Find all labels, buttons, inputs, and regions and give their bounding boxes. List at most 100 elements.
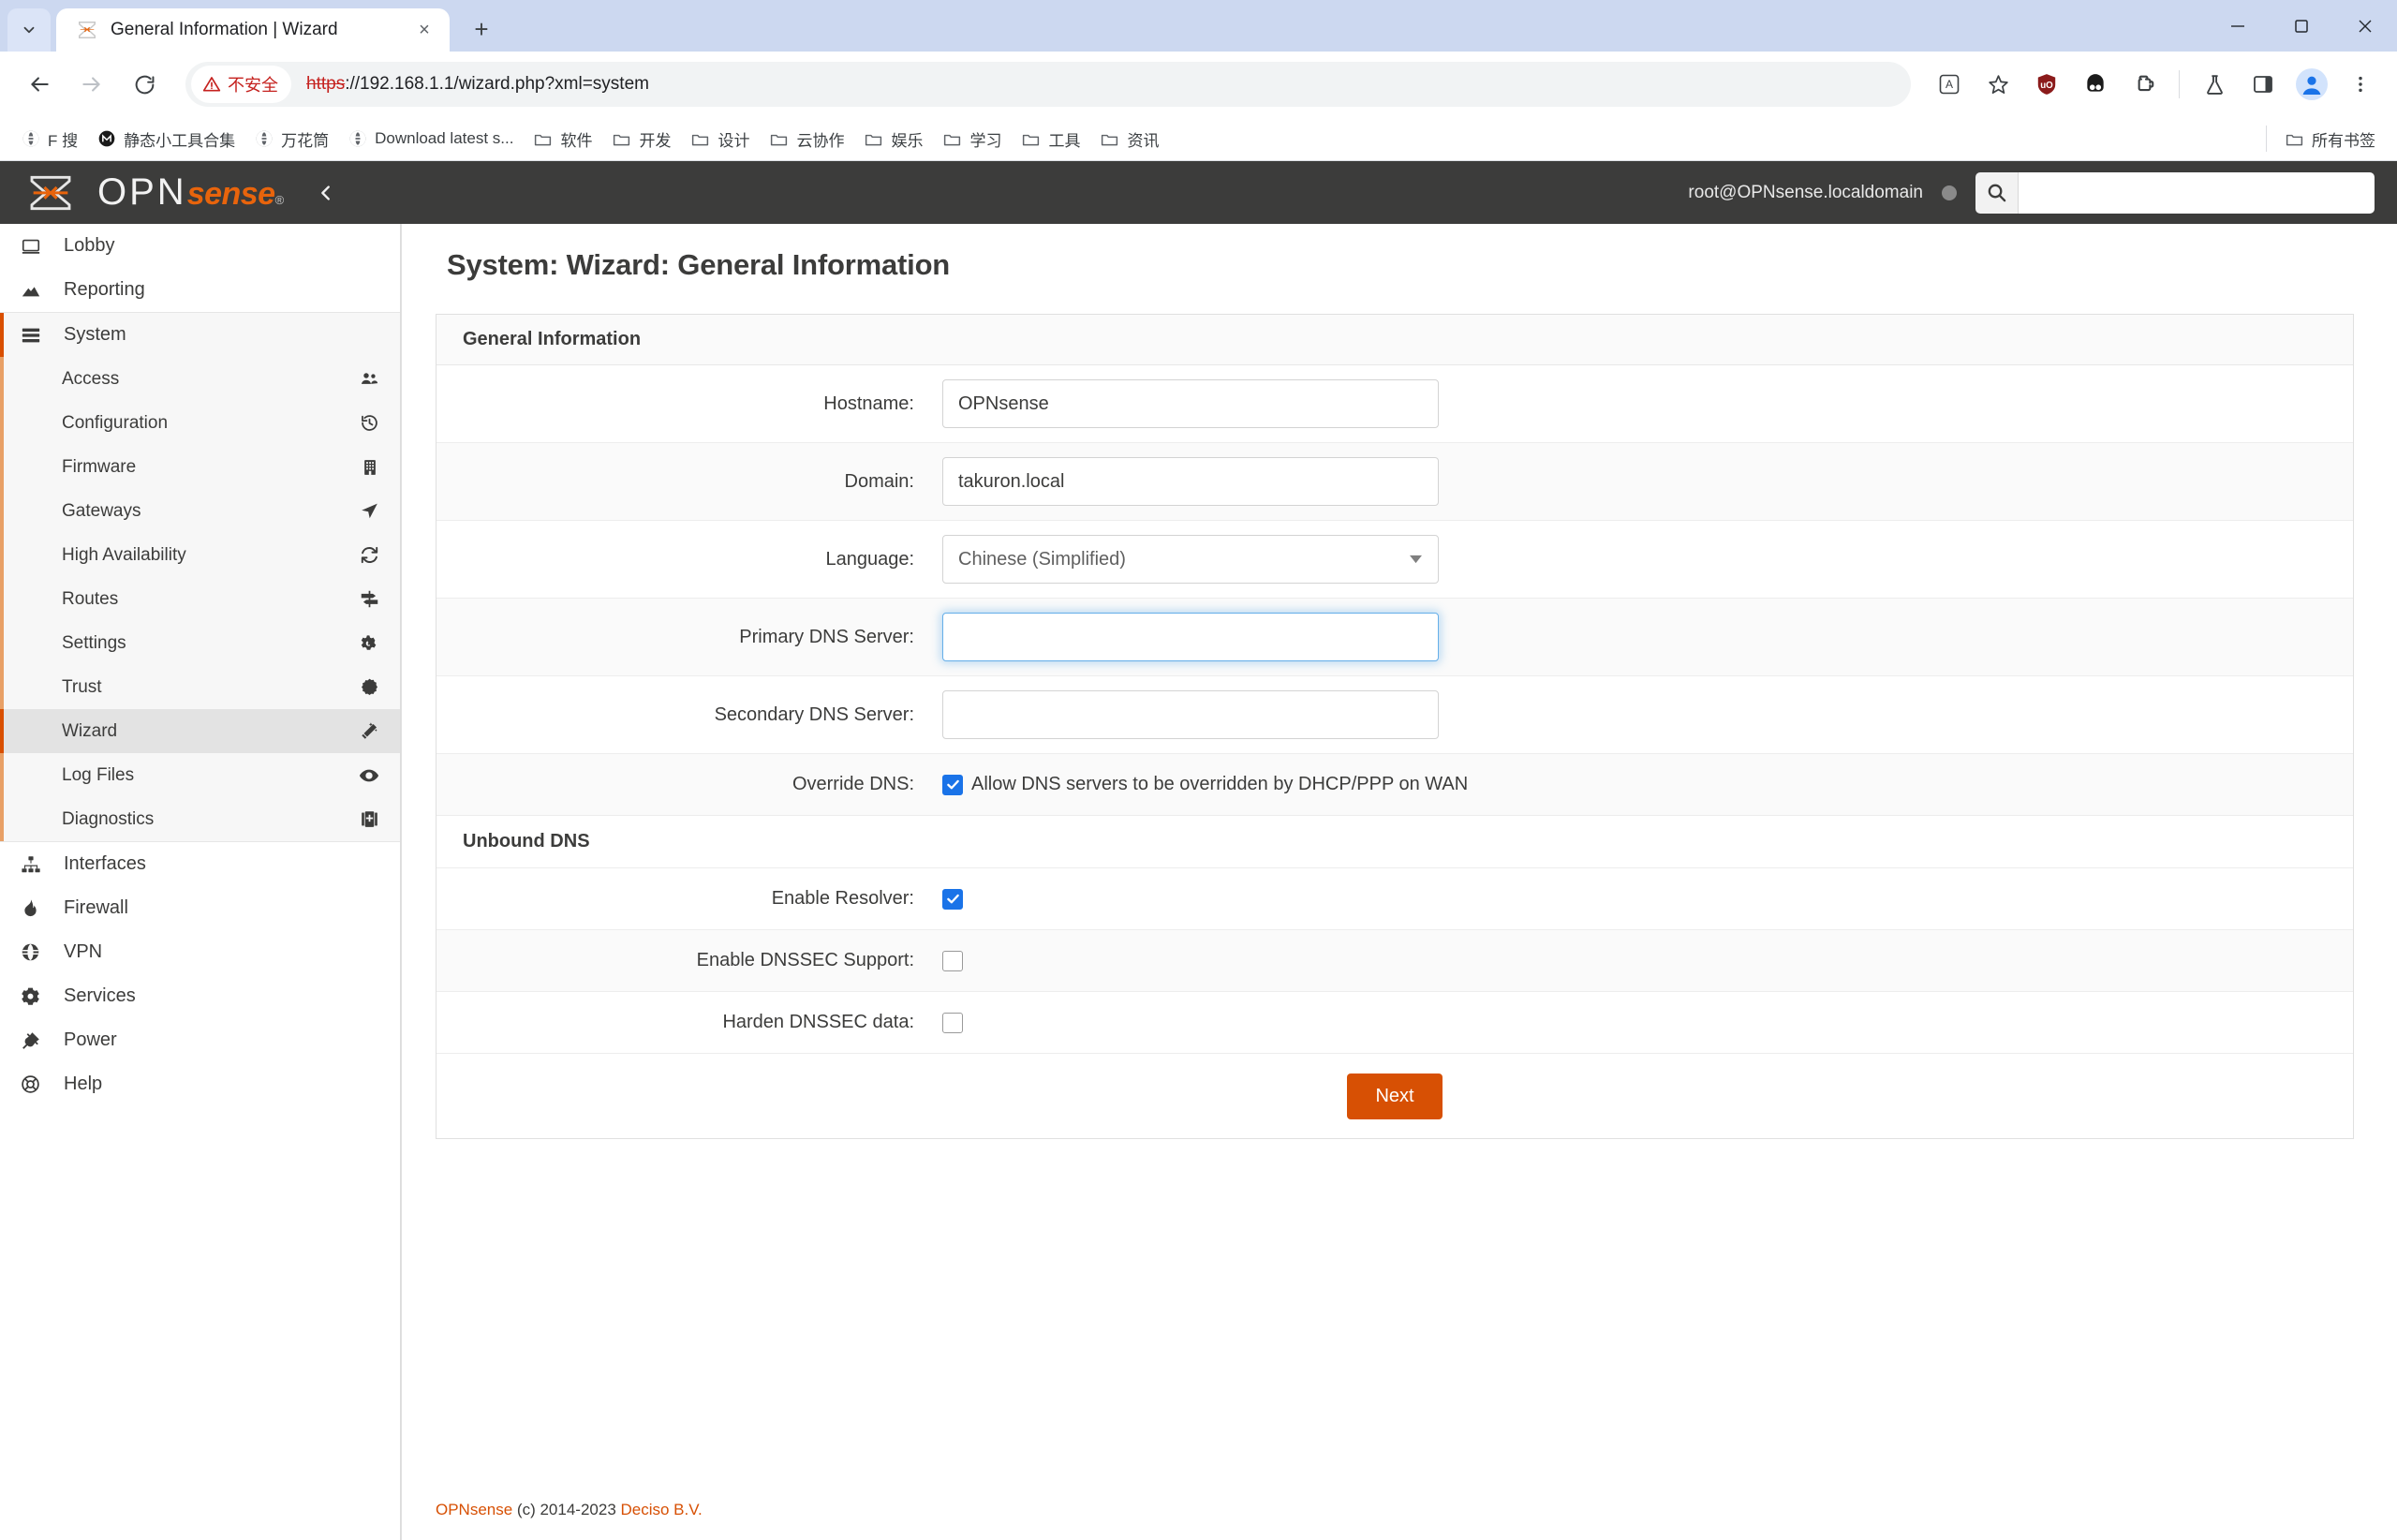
- minimize-icon[interactable]: [2206, 0, 2270, 52]
- sidebar-item-configuration[interactable]: Configuration: [4, 401, 400, 445]
- search-input[interactable]: [2019, 171, 2375, 214]
- address-bar[interactable]: 不安全 https://192.168.1.1/wizard.php?xml=s…: [185, 62, 1911, 107]
- secondary-dns-label: Secondary DNS Server:: [714, 703, 914, 725]
- side-panel-icon[interactable]: [2242, 63, 2285, 106]
- globe-icon: [349, 130, 366, 147]
- harden-dnssec-checkbox[interactable]: [942, 1012, 963, 1033]
- ublock-extension-icon[interactable]: uO: [2025, 63, 2068, 106]
- all-bookmarks-label: 所有书签: [2312, 131, 2375, 150]
- close-window-icon[interactable]: [2333, 0, 2397, 52]
- extension-dark-icon[interactable]: [2074, 63, 2117, 106]
- monitor-icon: [21, 236, 49, 257]
- sidebar-item-firewall[interactable]: Firewall: [0, 886, 400, 930]
- folder-icon: [1102, 134, 1118, 145]
- domain-label: Domain:: [844, 470, 914, 492]
- sidebar-group-system[interactable]: System: [0, 313, 400, 357]
- sidebar-item-routes[interactable]: Routes: [4, 577, 400, 621]
- field-row-language: Language: Chinese (Simplified): [436, 521, 2353, 599]
- sidebar-item-vpn[interactable]: VPN: [0, 930, 400, 974]
- bookmark-folder[interactable]: 学习: [934, 123, 1010, 155]
- chevron-down-icon[interactable]: [1410, 553, 1422, 567]
- new-tab-button[interactable]: +: [461, 8, 502, 50]
- sidebar-item-power[interactable]: Power: [0, 1018, 400, 1062]
- sidebar-item-gateways[interactable]: Gateways: [4, 489, 400, 533]
- tab-close-icon[interactable]: ×: [410, 16, 438, 44]
- sidebar-item-log-files[interactable]: Log Files: [4, 753, 400, 797]
- forward-icon[interactable]: [67, 60, 116, 109]
- sidebar-item-label: Configuration: [62, 412, 169, 433]
- extensions-puzzle-icon[interactable]: [2123, 63, 2166, 106]
- header-search[interactable]: [1975, 171, 2375, 214]
- page-title: System: Wizard: General Information: [447, 248, 951, 281]
- labs-flask-icon[interactable]: [2193, 63, 2236, 106]
- sidebar-item-system[interactable]: System: [4, 313, 400, 357]
- sidebar-item-label: High Availability: [62, 544, 186, 565]
- footer-company-link[interactable]: Deciso B.V.: [621, 1501, 703, 1518]
- building-icon: [361, 458, 379, 477]
- url-text[interactable]: https://192.168.1.1/wizard.php?xml=syste…: [306, 74, 649, 95]
- sidebar-item-access[interactable]: Access: [4, 357, 400, 401]
- brand-registered: ®: [274, 193, 285, 207]
- reload-icon[interactable]: [120, 60, 169, 109]
- bookmark-folder[interactable]: 资讯: [1091, 123, 1167, 155]
- sidebar-item-reporting[interactable]: Reporting: [0, 268, 400, 312]
- bookmark-folder[interactable]: 软件: [525, 123, 600, 155]
- bookmark-label: 设计: [718, 131, 750, 150]
- sidebar-item-services[interactable]: Services: [0, 974, 400, 1018]
- sidebar-item-trust[interactable]: Trust: [4, 665, 400, 709]
- sidebar-item-label: Access: [62, 368, 120, 389]
- tab-search-button[interactable]: [7, 8, 51, 52]
- sidebar-item-label: Wizard: [62, 720, 118, 741]
- sidebar-item-help[interactable]: Help: [0, 1062, 400, 1106]
- primary-dns-input[interactable]: [942, 613, 1439, 661]
- bookmark-star-icon[interactable]: [1976, 63, 2020, 106]
- chrome-menu-icon[interactable]: [2339, 63, 2382, 106]
- translate-icon[interactable]: A: [1928, 63, 1971, 106]
- language-label: Language:: [825, 548, 914, 570]
- override-dns-checkbox[interactable]: [942, 774, 963, 795]
- sidebar-item-label: Log Files: [62, 764, 135, 785]
- brand-area[interactable]: OPN sense ®: [28, 171, 336, 214]
- url-scheme: https: [306, 74, 346, 94]
- bookmark-item[interactable]: F 搜: [13, 123, 86, 155]
- bookmark-folder[interactable]: 云协作: [761, 123, 852, 155]
- field-row-hostname: Hostname:: [436, 365, 2353, 443]
- all-bookmarks-button[interactable]: 所有书签: [2276, 123, 2384, 155]
- sidebar-item-wizard[interactable]: Wizard: [0, 709, 400, 753]
- site-security-badge[interactable]: 不安全: [191, 66, 291, 103]
- bookmark-item[interactable]: 静态小工具合集: [89, 123, 244, 155]
- bookmark-folder[interactable]: 娱乐: [855, 123, 931, 155]
- enable-resolver-checkbox[interactable]: [942, 888, 963, 910]
- all-bookmarks-area: 所有书签: [2266, 123, 2384, 155]
- chevron-left-icon[interactable]: [316, 183, 336, 203]
- enable-dnssec-checkbox[interactable]: [942, 950, 963, 971]
- field-row-override-dns: Override DNS: Allow DNS servers to be ov…: [436, 754, 2353, 816]
- back-icon[interactable]: [15, 60, 64, 109]
- bookmark-item[interactable]: Download latest s...: [340, 125, 522, 153]
- sidebar-item-lobby[interactable]: Lobby: [0, 224, 400, 268]
- domain-input[interactable]: [942, 457, 1439, 506]
- bookmark-item[interactable]: 万花筒: [246, 123, 337, 155]
- sidebar-item-firmware[interactable]: Firmware: [4, 445, 400, 489]
- sidebar-nav: Lobby Reporting System Access Configurat…: [0, 224, 401, 1540]
- secondary-dns-input[interactable]: [942, 690, 1439, 739]
- language-select[interactable]: Chinese (Simplified): [942, 535, 1439, 584]
- bookmark-label: 软件: [560, 131, 593, 150]
- profile-avatar-icon[interactable]: [2290, 63, 2333, 106]
- bookmark-folder[interactable]: 设计: [682, 123, 758, 155]
- bookmark-folder[interactable]: 开发: [603, 123, 679, 155]
- bookmarks-bar: F 搜 静态小工具合集 万花筒 Download latest s... 软件 …: [0, 117, 2397, 161]
- sidebar-item-high-availability[interactable]: High Availability: [4, 533, 400, 577]
- next-button[interactable]: Next: [1347, 1073, 1443, 1119]
- sidebar-item-interfaces[interactable]: Interfaces: [0, 842, 400, 886]
- footer-brand-link[interactable]: OPNsense: [436, 1501, 512, 1518]
- search-icon[interactable]: [1975, 171, 2019, 214]
- sidebar-item-settings[interactable]: Settings: [4, 621, 400, 665]
- hostname-input[interactable]: [942, 379, 1439, 428]
- bookmark-folder[interactable]: 工具: [1013, 123, 1088, 155]
- sidebar-item-diagnostics[interactable]: Diagnostics: [4, 797, 400, 841]
- maximize-icon[interactable]: [2270, 0, 2333, 52]
- opnsense-favicon-icon: [77, 20, 97, 40]
- navigation-arrow-icon: [360, 501, 379, 521]
- browser-tab[interactable]: General Information | Wizard ×: [56, 8, 450, 52]
